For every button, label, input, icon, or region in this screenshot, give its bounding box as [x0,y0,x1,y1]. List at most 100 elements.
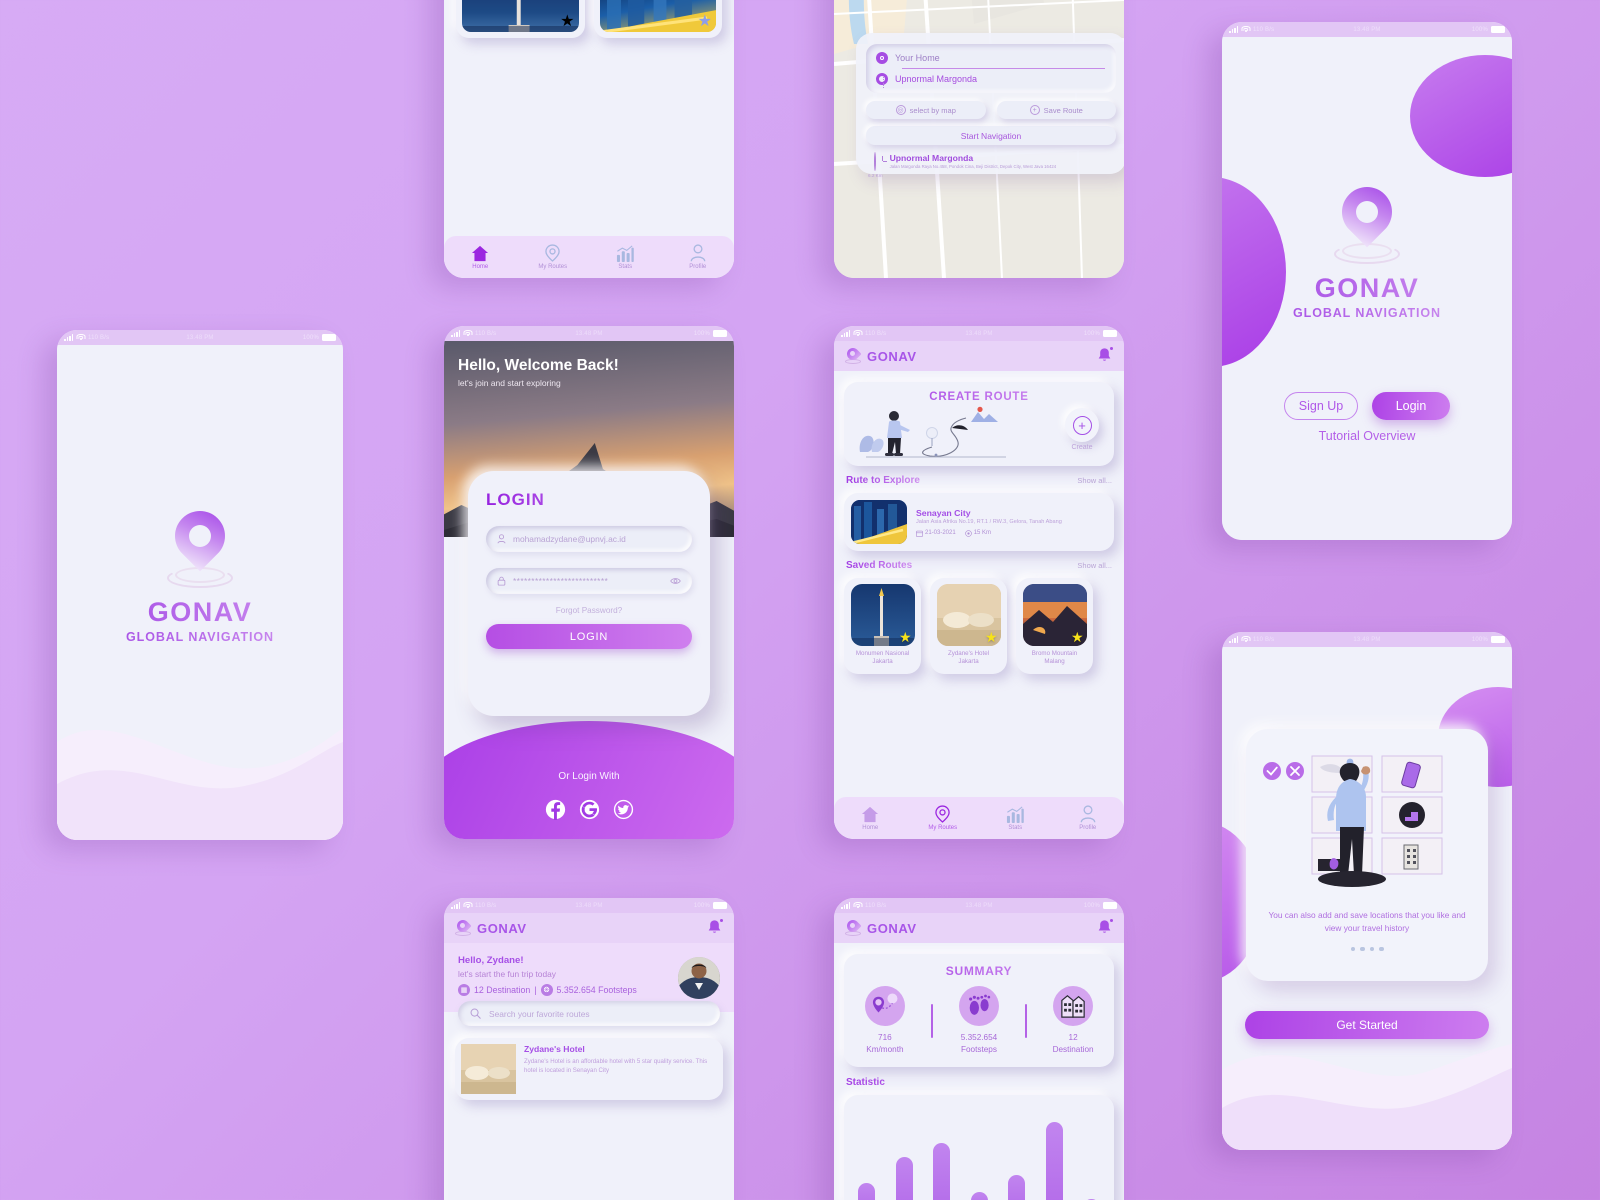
search-input[interactable]: Search your favorite routes [458,1001,720,1026]
map-pin-icon [164,500,236,589]
battery-percent: 100% [693,330,710,337]
email-field[interactable]: mohamadzydane@upnvj.ac.id [486,526,692,552]
notification-bell-icon[interactable] [1097,346,1113,366]
login-title: LOGIN [486,490,692,510]
plus-circle-icon[interactable]: + [1065,408,1099,442]
password-field[interactable]: ************************** [486,568,692,594]
phone-create-route-screen: 110 B/s 13.48 PM 100% GONAV CREATE ROUTE [834,326,1124,839]
notification-bell-icon[interactable] [707,918,723,938]
notification-bell-icon[interactable] [1097,918,1113,938]
battery-icon [713,330,727,337]
nav-item-my-routes[interactable]: My Routes [918,805,968,831]
summary-divider [1024,1003,1028,1038]
summary-metric-destination: 12 Destination [1037,986,1109,1056]
person-icon [497,534,506,544]
battery-icon [1491,636,1505,643]
saved-route-card[interactable]: ★ Bromo Mountain Malang [1016,578,1093,674]
save-route-button[interactable]: + Save Route [996,101,1116,119]
lock-icon [497,576,506,586]
facebook-icon[interactable] [545,799,566,820]
status-bar: 110 B/s 13.48 PM 100% [57,330,343,345]
nav-item-home[interactable]: Home [845,806,895,831]
get-started-button[interactable]: Get Started [1245,1011,1489,1039]
nav-item-stats[interactable]: Stats [990,805,1040,831]
onboarding-dots[interactable] [1258,946,1476,952]
route-endpoints-field[interactable]: Your Home Upnormal Margonda [866,44,1116,93]
app-bar: GONAV [444,913,734,943]
nav-item-profile[interactable]: Profile [1063,805,1113,831]
explore-show-all-link[interactable]: Show all... [1077,476,1112,485]
field-divider [902,68,1105,69]
popular-place-thumbnail: ★ [599,0,716,32]
destination-value: Upnormal Margonda [895,74,978,84]
eye-icon[interactable] [670,577,681,585]
phone-onboarding-screen: 110 B/s 13.48 PM 100% You can also add a… [1222,632,1512,1150]
route-thumbnail [851,500,907,544]
sign-up-button[interactable]: Sign Up [1284,392,1358,420]
wave-decoration [57,728,343,840]
explore-route-card[interactable]: Senayan City Jalan Asia Afrika No.19, RT… [844,493,1114,551]
popular-place-card[interactable]: ★ [456,0,585,38]
hotel-card[interactable]: Zydane's Hotel Zydane's Hotel is an affo… [455,1038,723,1100]
twitter-icon[interactable] [613,799,634,820]
login-submit-button[interactable]: LOGIN [486,624,692,649]
origin-row[interactable]: Your Home [876,52,1105,64]
hero-subtitle: let's join and start exploring [458,378,561,388]
saved-route-subtitle: Jakarta [958,658,979,666]
phone-summary-screen: 110 B/s 13.48 PM 100% GONAV SUMMARY 716 … [834,898,1124,1200]
or-login-with-label: Or Login With [558,771,620,782]
tutorial-overview-link[interactable]: Tutorial Overview [1222,429,1512,443]
metric-value: 716 [878,1033,892,1042]
onboarding-illustration [1258,751,1476,901]
forgot-password-link[interactable]: Forgot Password? [486,606,692,615]
home-icon [471,245,489,262]
navigation-result[interactable]: 6.2 Km Upnormal Margonda Jalan Margonda … [856,145,1124,178]
app-name: GONAV [867,920,917,936]
start-navigation-button[interactable]: Start Navigation [866,126,1116,145]
saved-route-card[interactable]: ★ Zydane's Hotel Jakarta [930,578,1007,674]
avatar[interactable] [678,957,720,999]
route-name: Senayan City [916,507,971,518]
onboarding-dot[interactable] [1350,946,1355,952]
saved-route-title: Zydane's Hotel [947,650,990,657]
greeting-title: Hello, Zydane! [458,955,524,966]
nav-item-my-routes[interactable]: My Routes [528,244,578,270]
create-button[interactable]: + Create [1061,408,1103,451]
battery-icon [1103,330,1117,337]
status-time: 13.48 PM [965,330,993,337]
popular-place-card[interactable]: ★ [593,0,722,38]
app-bar: GONAV [834,341,1124,371]
nav-item-home[interactable]: Home [455,245,505,270]
summary-metric-km: 716 Km/month [849,986,921,1056]
home-icon [861,806,879,823]
login-button[interactable]: Login [1372,392,1450,420]
create-label: Create [1071,444,1093,451]
metric-value: 5.352.654 [960,1033,998,1042]
nav-item-stats[interactable]: Stats [600,244,650,270]
status-bar: 110 B/s 13.48 PM 100% [834,326,1124,341]
destination-count: 12 Destination [474,985,531,995]
battery-percent: 100% [693,902,710,909]
phone-home-screen: 110 B/s 13.48 PM 100% GONAV Hello, Zydan… [444,898,734,1200]
decorative-blob-top-right [1410,55,1512,177]
destination-circle-icon [876,73,888,85]
saved-show-all-link[interactable]: Show all... [1077,561,1112,570]
saved-route-card[interactable]: ★ Monumen Nasional Jakarta [844,578,921,674]
hotel-thumbnail [461,1044,516,1094]
map-pin-icon [844,345,862,364]
google-icon[interactable] [579,799,600,820]
nav-label: My Routes [928,824,958,831]
saved-route-thumbnail: ★ [1022,584,1087,646]
onboarding-dot[interactable] [1369,946,1374,952]
saved-route-subtitle: Malang [1044,658,1065,666]
select-by-map-button[interactable]: ◎ select by map [866,101,986,119]
summary-metric-footsteps: 5.352.654 Footsteps [943,986,1015,1056]
navigation-panel: Your Home Upnormal Margonda ◎ select by … [856,33,1124,178]
origin-value: Your Home [895,53,940,63]
hotel-title: Zydane's Hotel [524,1044,585,1054]
nav-item-profile[interactable]: Profile [673,244,723,270]
app-title: GONAV [57,597,343,628]
onboarding-dot[interactable] [1379,946,1384,952]
destination-row[interactable]: Upnormal Margonda [876,73,1105,85]
onboarding-dot[interactable] [1360,946,1365,952]
